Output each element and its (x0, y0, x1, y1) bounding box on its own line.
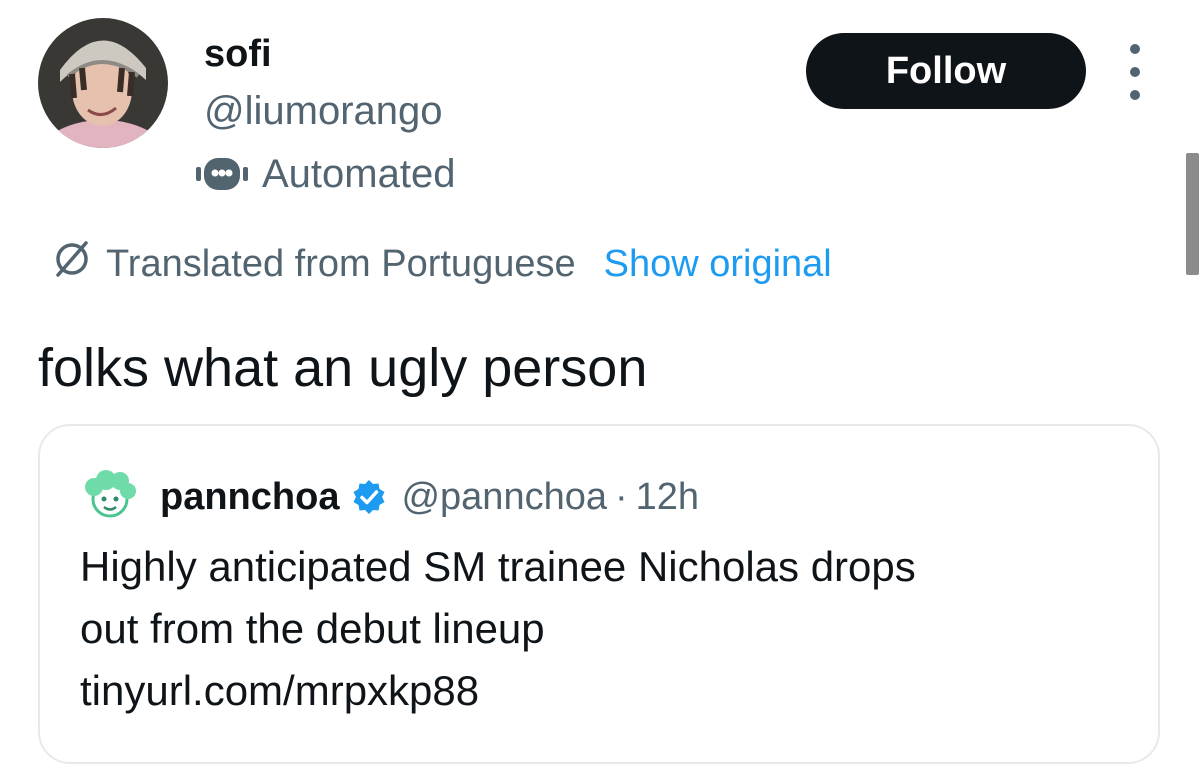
author-handle[interactable]: @liumorango (204, 86, 443, 136)
quoted-tweet-card[interactable]: pannchoa @pannchoa · 12h Highly anticipa… (38, 424, 1160, 764)
translation-notice: Translated from Portuguese Show original (52, 237, 832, 291)
author-avatar-image (38, 18, 168, 148)
quoted-tweet-text-line-1: Highly anticipated SM trainee Nicholas d… (80, 543, 916, 590)
quoted-author-name[interactable]: pannchoa (160, 476, 339, 519)
robot-icon (196, 157, 248, 191)
globe-slash-icon (52, 239, 92, 289)
quoted-tweet-header: pannchoa @pannchoa · 12h (80, 470, 699, 524)
quoted-author-avatar[interactable] (80, 467, 140, 527)
follow-button[interactable]: Follow (806, 33, 1086, 109)
verified-badge-icon (351, 479, 387, 515)
author-avatar[interactable] (38, 18, 168, 148)
quoted-tweet-link[interactable]: tinyurl.com/mrpxkp88 (80, 660, 1120, 722)
timestamp-separator: · (614, 475, 628, 518)
show-original-link[interactable]: Show original (604, 243, 832, 286)
tweet-text: folks what an ugly person (38, 338, 648, 398)
quoted-tweet-timestamp[interactable]: 12h (636, 476, 699, 519)
quoted-tweet-text-line-2: out from the debut lineup (80, 605, 545, 652)
automated-label-row[interactable]: Automated (196, 147, 455, 201)
scrollbar-thumb[interactable] (1186, 153, 1199, 275)
automated-label: Automated (262, 151, 456, 196)
author-display-name[interactable]: sofi (204, 31, 272, 77)
more-vertical-icon[interactable] (1118, 44, 1152, 100)
quoted-tweet-body: Highly anticipated SM trainee Nicholas d… (80, 536, 1120, 722)
quoted-author-handle[interactable]: @pannchoa (401, 476, 607, 519)
translation-label: Translated from Portuguese (106, 242, 576, 285)
